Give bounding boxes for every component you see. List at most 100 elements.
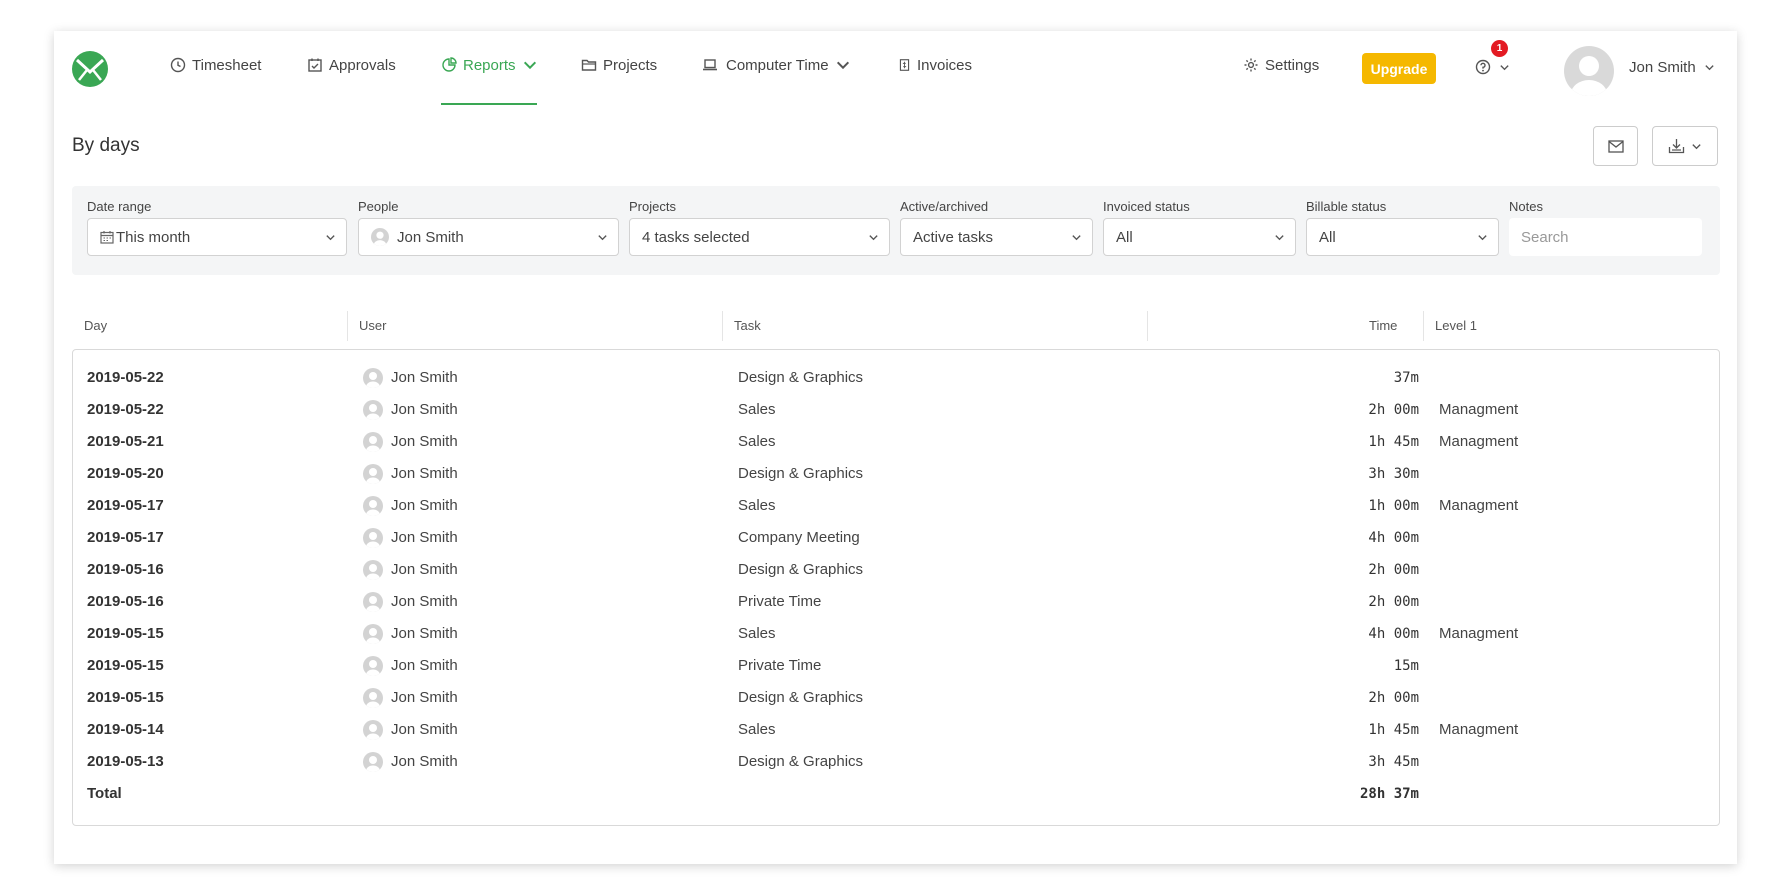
user-name: Jon Smith: [391, 497, 458, 514]
help-menu[interactable]: [1475, 59, 1510, 75]
column-divider: [347, 311, 348, 341]
user-avatar-icon: [363, 368, 383, 388]
chevron-down-icon: [1705, 65, 1714, 71]
column-divider: [1147, 311, 1148, 341]
nav-projects[interactable]: Projects: [581, 53, 657, 77]
table-row: 2019-05-20 Jon Smith Design & Graphics 3…: [73, 458, 1719, 490]
task-cell: Sales: [738, 721, 776, 738]
task-cell: Sales: [738, 401, 776, 418]
nav-reports[interactable]: Reports: [441, 53, 538, 77]
user-avatar-icon: [363, 496, 383, 516]
level-cell: Managment: [1439, 401, 1519, 418]
column-header-day[interactable]: Day: [84, 311, 107, 341]
envelope-icon: [1607, 139, 1624, 153]
projects-value: 4 tasks selected: [642, 228, 750, 246]
time-cell: 15m: [1393, 658, 1419, 674]
billable-status-value: All: [1319, 228, 1336, 246]
export-button[interactable]: [1652, 126, 1718, 166]
task-cell: Sales: [738, 625, 776, 642]
date-range-select[interactable]: This month: [87, 218, 347, 256]
total-row: Total 28h 37m: [73, 778, 1719, 810]
column-divider: [1423, 311, 1424, 341]
time-cell: 1h 00m: [1368, 498, 1419, 514]
user-cell: Jon Smith: [363, 458, 458, 490]
table-header: Day User Task Time Level 1: [72, 311, 1720, 341]
nav-settings[interactable]: Settings: [1243, 53, 1319, 77]
user-avatar-icon: [363, 720, 383, 740]
user-name: Jon Smith: [391, 593, 458, 610]
upgrade-button[interactable]: Upgrade: [1362, 53, 1436, 84]
column-header-task[interactable]: Task: [734, 311, 761, 341]
invoiced-status-label: Invoiced status: [1103, 199, 1190, 214]
time-cell: 3h 30m: [1368, 466, 1419, 482]
time-cell: 37m: [1393, 370, 1419, 386]
avatar[interactable]: [1564, 46, 1614, 96]
page-title: By days: [72, 135, 140, 156]
user-name: Jon Smith: [391, 401, 458, 418]
laptop-icon: [703, 59, 717, 71]
nav-invoices[interactable]: Invoices: [898, 53, 972, 77]
user-cell: Jon Smith: [363, 682, 458, 714]
task-cell: Sales: [738, 433, 776, 450]
nav-computer-time[interactable]: Computer Time: [700, 53, 851, 77]
billable-status-filter: Billable status All: [1306, 199, 1499, 256]
projects-filter: Projects 4 tasks selected: [629, 199, 890, 256]
column-header-level[interactable]: Level 1: [1435, 311, 1477, 341]
calendar-icon: [100, 231, 114, 244]
user-cell: Jon Smith: [363, 714, 458, 746]
notification-badge: 1: [1491, 40, 1508, 57]
day-cell: 2019-05-15: [87, 657, 164, 674]
chevron-down-icon: [1275, 235, 1284, 241]
filter-bar: Date range This month People Jon Smith P…: [72, 186, 1720, 275]
folder-icon: [581, 59, 597, 71]
day-cell: 2019-05-21: [87, 433, 164, 450]
day-cell: 2019-05-14: [87, 721, 164, 738]
user-name: Jon Smith: [391, 721, 458, 738]
billable-status-select[interactable]: All: [1306, 218, 1499, 256]
user-cell: Jon Smith: [363, 554, 458, 586]
column-header-user[interactable]: User: [359, 311, 386, 341]
calendar-check-icon: [308, 58, 322, 72]
chevron-down-icon: [1692, 143, 1701, 149]
level-cell: Managment: [1439, 721, 1519, 738]
nav-approvals[interactable]: Approvals: [307, 53, 396, 77]
task-cell: Design & Graphics: [738, 465, 864, 482]
day-cell: 2019-05-15: [87, 689, 164, 706]
user-avatar-icon: [1571, 56, 1607, 96]
notes-search-input[interactable]: Search: [1509, 218, 1702, 256]
invoiced-status-select[interactable]: All: [1103, 218, 1296, 256]
active-archived-value: Active tasks: [913, 228, 994, 246]
table-row: 2019-05-15 Jon Smith Private Time 15m: [73, 650, 1719, 682]
user-menu[interactable]: Jon Smith: [1629, 59, 1715, 76]
projects-label: Projects: [629, 199, 676, 214]
top-nav: Timesheet Approvals Reports Projects Com…: [54, 31, 1737, 105]
column-header-time[interactable]: Time: [1369, 311, 1397, 341]
table-row: 2019-05-22 Jon Smith Design & Graphics 3…: [73, 362, 1719, 394]
user-avatar-icon: [363, 624, 383, 644]
notes-filter: Notes Search: [1509, 199, 1702, 256]
people-select[interactable]: Jon Smith: [358, 218, 619, 256]
chevron-down-icon: [1072, 235, 1081, 241]
table-row: 2019-05-17 Jon Smith Sales 1h 00m Managm…: [73, 490, 1719, 522]
chevron-down-icon: [523, 61, 536, 70]
user-cell: Jon Smith: [363, 362, 458, 394]
invoiced-status-filter: Invoiced status All: [1103, 199, 1296, 256]
logo-icon[interactable]: [71, 50, 109, 88]
email-button[interactable]: [1593, 126, 1638, 166]
user-avatar-icon: [363, 400, 383, 420]
level-cell: Managment: [1439, 625, 1519, 642]
user-cell: Jon Smith: [363, 426, 458, 458]
time-cell: 2h 00m: [1368, 562, 1419, 578]
total-label: Total: [87, 785, 122, 802]
pie-chart-icon: [442, 57, 457, 72]
active-archived-select[interactable]: Active tasks: [900, 218, 1093, 256]
time-cell: 1h 45m: [1368, 722, 1419, 738]
user-name: Jon Smith: [391, 433, 458, 450]
clock-icon: [170, 57, 186, 73]
nav-projects-label: Projects: [603, 56, 658, 74]
day-cell: 2019-05-15: [87, 625, 164, 642]
day-cell: 2019-05-13: [87, 753, 164, 770]
user-avatar-icon: [363, 560, 383, 580]
nav-timesheet[interactable]: Timesheet: [170, 53, 261, 77]
projects-select[interactable]: 4 tasks selected: [629, 218, 890, 256]
